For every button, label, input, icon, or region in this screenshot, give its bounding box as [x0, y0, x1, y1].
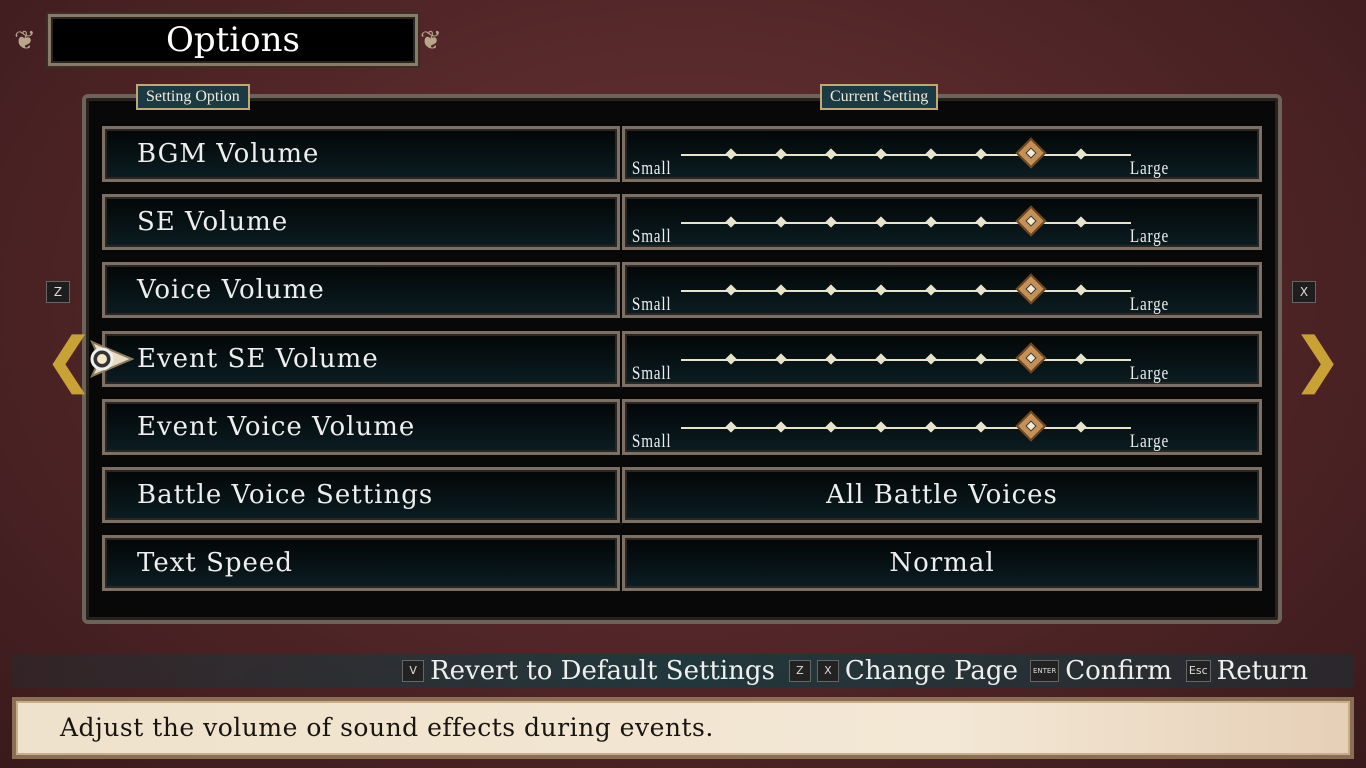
- slider-tick: [825, 148, 837, 160]
- z-key: Z: [788, 660, 811, 682]
- slider-knob[interactable]: [1015, 137, 1047, 169]
- slider-tick: [925, 421, 937, 433]
- slider-knob[interactable]: [1015, 410, 1047, 442]
- column-header-setting: Setting Option: [136, 84, 250, 110]
- slider-knob[interactable]: [1015, 205, 1047, 237]
- slider-min-label: Small: [631, 158, 672, 179]
- volume-slider[interactable]: Small Large: [622, 194, 1262, 251]
- slider-tick: [925, 284, 937, 297]
- option-row[interactable]: Voice Volume Small Large: [102, 262, 1262, 319]
- slider-tick: [775, 148, 787, 160]
- slider-tick: [825, 284, 837, 297]
- v-key: V: [402, 660, 425, 682]
- option-row[interactable]: Text Speed Normal: [102, 535, 1262, 592]
- slider-tick: [1075, 421, 1087, 433]
- slider-tick: [725, 148, 737, 160]
- slider-tick: [775, 352, 787, 365]
- slider-track[interactable]: [681, 342, 1131, 374]
- slider-tick: [875, 352, 887, 365]
- slider-track[interactable]: [681, 410, 1131, 442]
- slider-tick: [925, 216, 937, 228]
- change-page-button[interactable]: Change Page: [845, 656, 1018, 686]
- key-hint-bar: V Revert to Default Settings Z X Change …: [12, 654, 1354, 688]
- description-box: Adjust the volume of sound effects durin…: [12, 697, 1354, 759]
- option-row[interactable]: SE Volume Small Large: [102, 194, 1262, 251]
- slider-tick: [875, 284, 887, 297]
- slider-track[interactable]: [681, 273, 1131, 305]
- slider-tick: [875, 421, 887, 433]
- option-row[interactable]: Battle Voice Settings All Battle Voices: [102, 467, 1262, 523]
- option-label: BGM Volume: [102, 126, 620, 182]
- slider-min-label: Small: [631, 362, 672, 384]
- title-box: Options: [48, 14, 418, 66]
- ornament-icon: ❦: [420, 26, 442, 56]
- slider-tick: [925, 148, 937, 160]
- confirm-button[interactable]: Confirm: [1065, 656, 1172, 686]
- slider-min-label: Small: [631, 430, 672, 452]
- option-label: Voice Volume: [102, 262, 620, 319]
- option-row[interactable]: BGM Volume Small Large: [102, 126, 1262, 182]
- slider-tick: [825, 421, 837, 433]
- slider-tick: [925, 352, 937, 365]
- option-label: Battle Voice Settings: [102, 467, 620, 523]
- slider-tick: [725, 421, 737, 433]
- volume-slider[interactable]: Small Large: [622, 262, 1262, 319]
- slider-min-label: Small: [631, 226, 672, 248]
- page-title: Options: [166, 20, 300, 60]
- enter-key: ENTER: [1029, 660, 1060, 682]
- slider-tick: [775, 284, 787, 297]
- slider-max-label: Large: [1129, 226, 1170, 248]
- return-button[interactable]: Return: [1217, 656, 1308, 686]
- slider-tick: [975, 284, 987, 297]
- x-key: X: [816, 660, 839, 682]
- column-header-current: Current Setting: [820, 84, 939, 110]
- option-label: Event Voice Volume: [102, 398, 620, 455]
- ornament-icon: ❦: [14, 26, 36, 56]
- slider-tick: [875, 216, 887, 228]
- volume-slider[interactable]: Small Large: [622, 398, 1262, 455]
- prev-page-key[interactable]: Z: [46, 281, 70, 303]
- slider-tick: [725, 216, 737, 228]
- option-value[interactable]: All Battle Voices: [622, 467, 1262, 523]
- description-text: Adjust the volume of sound effects durin…: [60, 713, 714, 742]
- volume-slider[interactable]: Small Large: [622, 330, 1262, 387]
- prev-page-arrow-icon[interactable]: ❮: [44, 315, 94, 405]
- slider-tick: [975, 148, 987, 160]
- slider-max-label: Large: [1129, 158, 1170, 179]
- option-label: Text Speed: [102, 535, 620, 592]
- slider-knob[interactable]: [1015, 342, 1047, 374]
- option-row[interactable]: Event Voice Volume Small Large: [102, 398, 1262, 455]
- option-label: Event SE Volume: [102, 330, 620, 387]
- slider-tick: [1075, 352, 1087, 365]
- option-row[interactable]: Event SE Volume Small Large: [102, 330, 1262, 387]
- slider-max-label: Large: [1129, 294, 1170, 316]
- next-page-arrow-icon[interactable]: ❯: [1292, 315, 1342, 405]
- next-page-key[interactable]: X: [1292, 281, 1316, 303]
- volume-slider[interactable]: Small Large: [622, 126, 1262, 182]
- slider-min-label: Small: [631, 294, 672, 316]
- revert-defaults-button[interactable]: Revert to Default Settings: [430, 656, 775, 686]
- slider-tick: [875, 148, 887, 160]
- slider-track[interactable]: [681, 137, 1131, 169]
- slider-tick: [775, 421, 787, 433]
- slider-tick: [1075, 284, 1087, 297]
- option-value[interactable]: Normal: [622, 535, 1262, 592]
- selection-cursor-icon: [89, 340, 134, 378]
- slider-tick: [975, 216, 987, 228]
- slider-tick: [1075, 216, 1087, 228]
- slider-knob[interactable]: [1015, 273, 1047, 305]
- slider-tick: [1075, 148, 1087, 160]
- slider-tick: [975, 421, 987, 433]
- slider-tick: [825, 352, 837, 365]
- slider-max-label: Large: [1129, 430, 1170, 452]
- slider-tick: [725, 284, 737, 297]
- slider-track[interactable]: [681, 205, 1131, 237]
- slider-tick: [975, 352, 987, 365]
- slider-tick: [825, 216, 837, 228]
- option-label: SE Volume: [102, 194, 620, 251]
- slider-tick: [775, 216, 787, 228]
- slider-max-label: Large: [1129, 362, 1170, 384]
- esc-key: Esc: [1185, 660, 1211, 682]
- slider-tick: [725, 352, 737, 365]
